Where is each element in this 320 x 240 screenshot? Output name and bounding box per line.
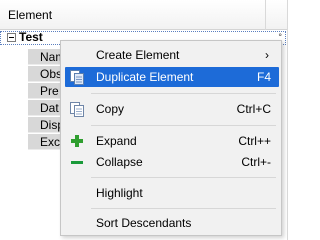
menu-item-highlight[interactable]: Highlight — [65, 183, 279, 203]
menu-item-shortcut: Ctrl+C — [236, 102, 271, 116]
menu-item-expand[interactable]: Expand Ctrl++ — [65, 131, 279, 151]
submenu-arrow-icon: › — [265, 48, 269, 62]
menu-item-label: Sort Descendants — [96, 216, 192, 230]
menu-item-create-element[interactable]: Create Element › — [65, 45, 279, 65]
child-label: Obs — [40, 67, 63, 81]
menu-item-label: Duplicate Element — [96, 70, 194, 84]
scrollbar-divider — [287, 0, 288, 240]
menu-separator — [91, 125, 276, 126]
menu-separator — [91, 177, 276, 178]
child-label: Pre — [40, 84, 59, 98]
menu-item-label: Copy — [96, 102, 125, 116]
column-divider[interactable] — [265, 0, 266, 30]
minus-icon — [69, 154, 85, 170]
menu-item-collapse[interactable]: Collapse Ctrl+- — [65, 152, 279, 172]
menu-item-label: Highlight — [96, 186, 143, 200]
context-menu: Create Element › Duplicate Element F4 Co… — [60, 40, 282, 236]
child-label: Dat — [40, 101, 59, 115]
menu-item-shortcut: F4 — [256, 70, 271, 84]
plus-icon — [69, 133, 85, 149]
copy-icon — [69, 101, 85, 117]
menu-item-copy[interactable]: Copy Ctrl+C — [65, 99, 279, 119]
column-header-element[interactable]: Element — [8, 8, 52, 22]
tree-node-label[interactable]: Test — [19, 31, 43, 44]
menu-separator — [91, 93, 276, 94]
duplicate-icon — [69, 69, 85, 85]
grid-header: Element — [0, 0, 288, 240]
menu-item-sort-descendants[interactable]: Sort Descendants — [65, 213, 279, 233]
menu-item-shortcut: Ctrl++ — [238, 134, 271, 148]
child-label: Exc — [40, 135, 61, 149]
menu-item-label: Create Element — [96, 48, 180, 62]
menu-separator — [91, 208, 276, 209]
menu-item-label: Collapse — [96, 155, 143, 169]
menu-item-label: Expand — [96, 134, 137, 148]
menu-item-shortcut: Ctrl+- — [241, 155, 271, 169]
collapse-toggle-icon[interactable] — [7, 33, 16, 42]
menu-item-duplicate-element[interactable]: Duplicate Element F4 — [65, 67, 279, 87]
